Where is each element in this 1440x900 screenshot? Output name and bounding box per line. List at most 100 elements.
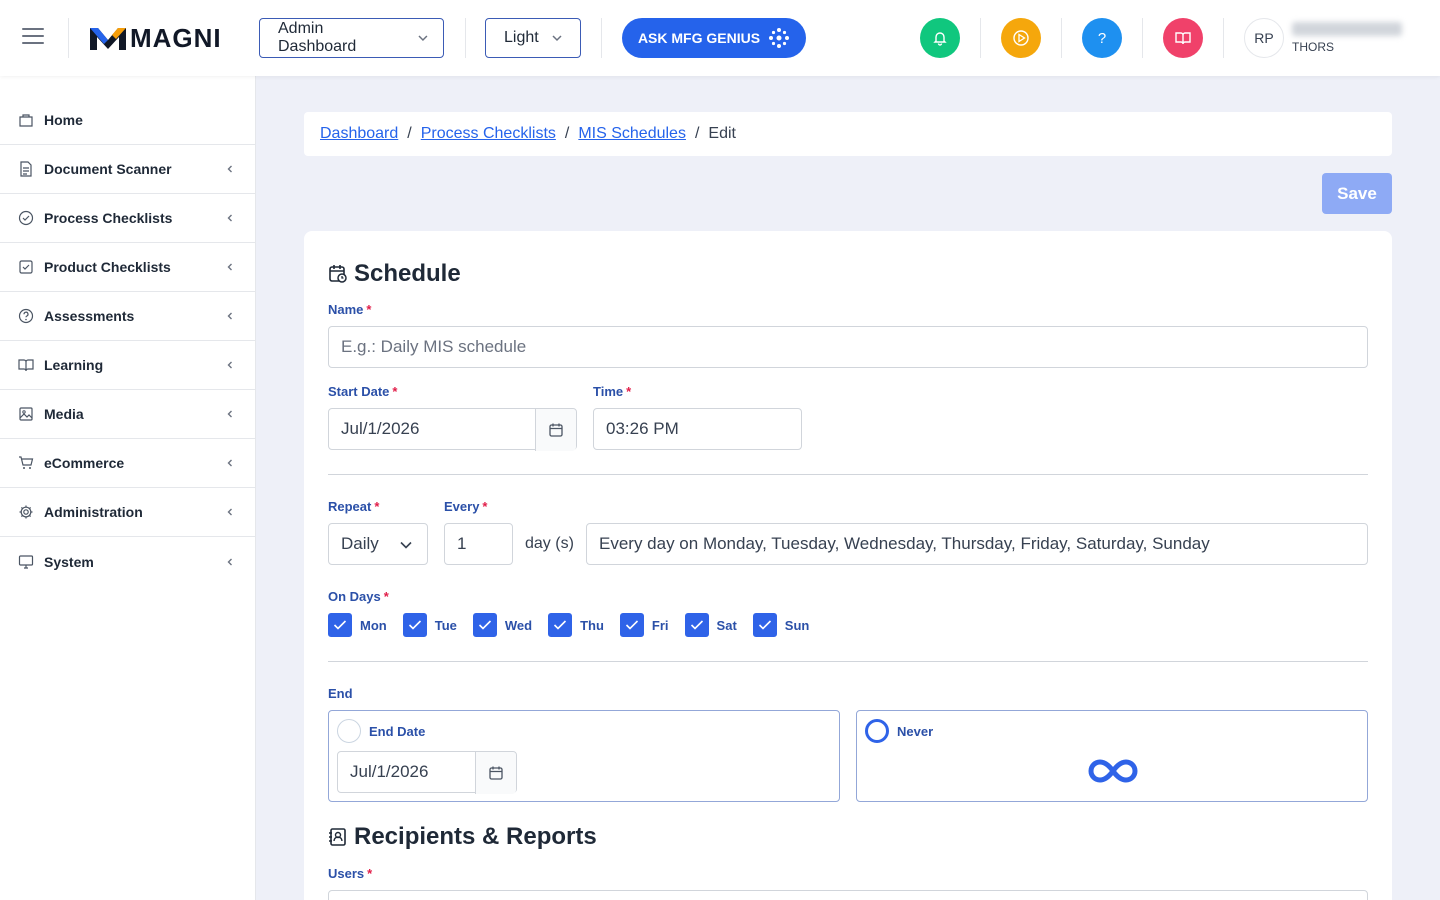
end-label: End (328, 686, 353, 701)
end-date-picker-button[interactable] (475, 752, 516, 794)
sidebar-item-home[interactable]: Home (0, 96, 255, 145)
checkbox[interactable] (684, 613, 709, 637)
repeat-label: Repeat * (328, 499, 380, 514)
theme-select-value: Light (504, 29, 539, 46)
cart-icon (19, 456, 34, 469)
sidebar-item-document-scanner[interactable]: Document Scanner (0, 145, 255, 194)
day-checkbox-tue[interactable]: Tue (402, 613, 457, 637)
repeat-select[interactable]: Daily (328, 523, 428, 565)
sidebar-item-process-checklists[interactable]: Process Checklists (0, 194, 255, 243)
on-days-label: On Days * (328, 589, 389, 604)
sidebar-item-label: Media (44, 406, 84, 422)
theme-select[interactable]: Light (485, 18, 581, 58)
check-icon (758, 620, 771, 630)
users-select[interactable] (328, 890, 1368, 900)
calendar-clock-icon (329, 265, 347, 283)
day-checkbox-fri[interactable]: Fri (619, 613, 669, 637)
name-label: Name * (328, 302, 372, 317)
breadcrumb-separator: / (564, 125, 570, 142)
user-org: THORS (1292, 40, 1334, 54)
day-checkbox-wed[interactable]: Wed (472, 613, 533, 637)
divider (328, 474, 1368, 475)
checkbox[interactable] (548, 613, 573, 637)
end-date-input[interactable]: Jul/1/2026 (337, 751, 517, 794)
day-label: Sat (716, 617, 737, 633)
divider (328, 661, 1368, 662)
help-button[interactable]: ? (1082, 18, 1122, 58)
avatar[interactable]: RP (1244, 18, 1284, 58)
day-label: Thu (580, 617, 604, 633)
sidebar-item-label: Document Scanner (44, 161, 172, 177)
chevron-down-icon (552, 35, 562, 42)
divider (980, 18, 981, 58)
day-label: Sun (784, 617, 810, 633)
divider (601, 18, 602, 58)
check-icon (333, 620, 347, 630)
sidebar-item-media[interactable]: Media (0, 390, 255, 439)
check-square-icon (19, 260, 33, 274)
sidebar-item-product-checklists[interactable]: Product Checklists (0, 243, 255, 292)
chevron-down-icon (418, 35, 428, 42)
end-date-option[interactable]: End Date Jul/1/2026 (328, 710, 840, 802)
sidebar-item-label: Home (44, 112, 83, 128)
divider (68, 18, 69, 58)
sparkle-icon (769, 28, 790, 48)
sidebar-item-assessments[interactable]: Assessments (0, 292, 255, 341)
check-circle-icon (18, 210, 34, 226)
divider (1223, 18, 1224, 58)
chevron-left-icon (227, 361, 232, 369)
sidebar-item-label: System (44, 553, 94, 570)
help-icon: ? (1097, 29, 1107, 47)
checkbox[interactable] (752, 613, 777, 637)
save-button[interactable]: Save (1322, 173, 1392, 214)
calendar-icon (489, 766, 503, 780)
divider (1142, 18, 1143, 58)
chevron-left-icon (227, 214, 232, 222)
logo[interactable]: MAGNI (90, 22, 222, 54)
breadcrumb-link-process-checklists[interactable]: Process Checklists (421, 125, 556, 143)
book-icon (1175, 32, 1191, 45)
schedule-name-input[interactable]: E.g.: Daily MIS schedule (328, 326, 1368, 368)
checkbox[interactable] (328, 613, 352, 637)
checkbox[interactable] (402, 613, 427, 637)
schedule-form-card: Schedule Name * E.g.: Daily MIS schedule … (304, 231, 1392, 900)
dashboard-select[interactable]: Admin Dashboard (259, 18, 444, 58)
top-bar: MAGNI Admin Dashboard Light ASK MFG GENI… (0, 0, 1440, 76)
schedule-title: Schedule (354, 260, 461, 287)
breadcrumb-current: Edit (708, 125, 736, 142)
start-date-picker-button[interactable] (535, 409, 576, 451)
day-checkbox-sat[interactable]: Sat (684, 613, 737, 637)
day-checkbox-thu[interactable]: Thu (548, 613, 604, 637)
video-tutorial-button[interactable] (1001, 18, 1041, 58)
section-title-recipients: Recipients & Reports (328, 823, 597, 851)
day-checkbox-sun[interactable]: Sun (752, 613, 810, 637)
sidebar-item-administration[interactable]: Administration (0, 488, 255, 537)
question-circle-icon (18, 308, 34, 324)
image-icon (19, 407, 33, 421)
notifications-button[interactable] (920, 18, 960, 58)
day-label: Wed (504, 617, 533, 633)
docs-button[interactable] (1163, 18, 1203, 58)
breadcrumb-link-mis-schedules[interactable]: MIS Schedules (578, 125, 686, 143)
checkbox[interactable] (619, 613, 644, 637)
sidebar-item-system[interactable]: System (0, 537, 255, 586)
chevron-left-icon (227, 459, 232, 467)
menu-toggle-icon[interactable] (22, 28, 44, 46)
ask-mfg-genius-button[interactable]: ASK MFG GENIUS (622, 18, 806, 58)
never-radio[interactable] (865, 719, 889, 743)
section-title-schedule: Schedule (328, 260, 461, 288)
never-option[interactable]: Never (856, 710, 1368, 802)
breadcrumb-link-dashboard[interactable]: Dashboard (320, 125, 398, 143)
sidebar-item-learning[interactable]: Learning (0, 341, 255, 390)
chevron-down-icon (400, 541, 412, 549)
home-icon (19, 114, 33, 127)
day-checkbox-mon[interactable]: Mon (328, 613, 387, 637)
start-date-input[interactable]: Jul/1/2026 (328, 408, 577, 451)
checkbox[interactable] (472, 613, 497, 637)
gear-icon (19, 505, 33, 519)
every-input[interactable]: 1 (444, 523, 513, 565)
time-input[interactable]: 03:26 PM (593, 408, 802, 450)
end-date-radio[interactable] (337, 719, 361, 743)
sidebar-item-ecommerce[interactable]: eCommerce (0, 439, 255, 488)
sidebar-item-label: eCommerce (44, 455, 125, 471)
